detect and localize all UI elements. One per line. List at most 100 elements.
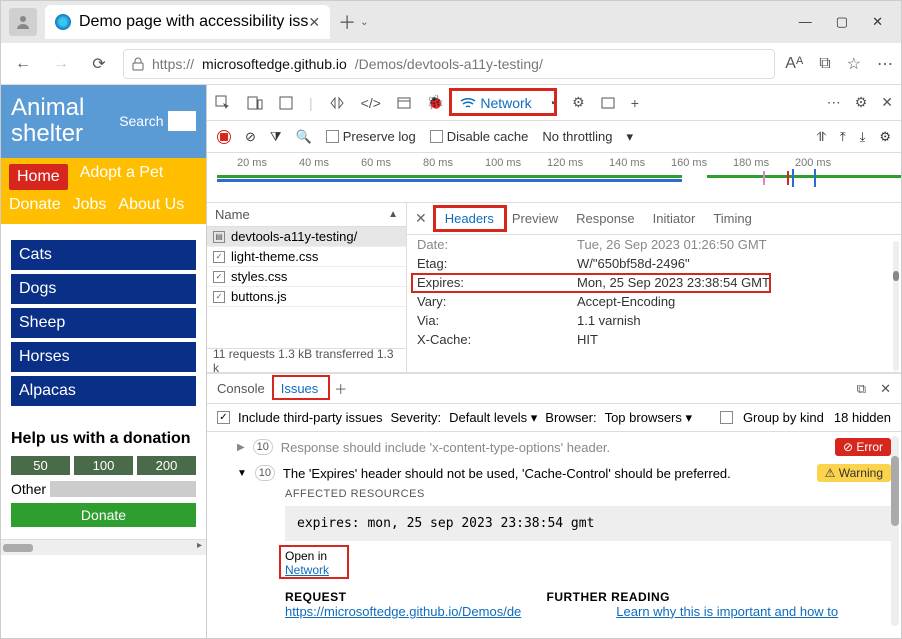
console-icon[interactable]: </> [361,95,381,111]
tab-network[interactable]: Network [460,95,531,111]
minimize-button[interactable]: — [799,14,812,30]
request-row[interactable]: ▤devtools-a11y-testing/ [207,227,406,247]
tab-console[interactable]: Console [217,381,265,396]
devtools-settings-icon[interactable]: ⚙ [855,94,868,111]
refresh-button[interactable]: ⟳ [85,50,113,78]
search-icon[interactable]: 🔍 [296,129,312,145]
sources-icon[interactable] [397,97,411,109]
nav-about[interactable]: About Us [118,196,184,214]
memory-icon[interactable]: ⚙ [572,94,585,111]
request-link[interactable]: https://microsoftedge.github.io/Demos/de [285,604,521,619]
import-icon[interactable]: ⤒ [840,129,846,145]
maximize-button[interactable]: ▢ [836,14,848,30]
network-toolbar: ⊘ ⧩ 🔍 Preserve log Disable cache No thro… [207,121,901,153]
animal-link[interactable]: Sheep [11,308,196,338]
debugger-icon[interactable]: 🐞 [427,94,444,111]
issues-scrollbar[interactable] [891,436,899,626]
device-icon[interactable] [247,96,263,110]
throttling-select[interactable]: No throttling [542,129,612,144]
devtools-close-icon[interactable]: ✕ [881,94,893,111]
horizontal-scrollbar[interactable]: ▸ [1,539,206,555]
browser-tab[interactable]: Demo page with accessibility iss ✕ [45,5,330,39]
scrollbar-thumb[interactable] [891,456,899,526]
issue-row[interactable]: ▶ 10 Response should include 'x-content-… [217,436,891,462]
favorite-icon[interactable]: ☆ [847,54,861,74]
wifi-cond-icon[interactable]: ⥣ [816,129,825,145]
url-input[interactable]: https://microsoftedge.github.io/Demos/de… [123,49,775,79]
drawer-tool-icon[interactable]: ⧉ [857,381,866,397]
tab-headers[interactable]: Headers [445,211,494,226]
hero-banner: Animal shelter Search [1,85,206,158]
nav-jobs[interactable]: Jobs [73,196,107,214]
read-aloud-icon[interactable]: Aᴬ [785,55,803,73]
close-details-icon[interactable]: ✕ [415,210,427,227]
scroll-right-icon[interactable]: ▸ [193,540,206,555]
request-row[interactable]: ✓styles.css [207,267,406,287]
severity-select[interactable]: Default levels ▾ [449,410,537,426]
drawer-close-icon[interactable]: ✕ [880,381,891,397]
animal-link[interactable]: Dogs [11,274,196,304]
welcome-icon[interactable] [279,96,293,110]
nav-donate[interactable]: Donate [9,196,61,214]
nav-home[interactable]: Home [9,164,68,190]
performance-icon[interactable]: ◔ [548,95,556,111]
amount-200[interactable]: 200 [137,456,196,475]
tab-timing[interactable]: Timing [713,211,752,226]
group-checkbox[interactable] [720,411,733,424]
chevron-right-icon[interactable]: ▶ [237,442,245,453]
request-row[interactable]: ✓buttons.js [207,287,406,307]
inspect-icon[interactable] [215,95,231,111]
elements-icon[interactable] [329,96,345,110]
network-settings-icon[interactable]: ⚙ [879,129,891,145]
clear-button[interactable]: ⊘ [245,129,256,145]
tab-list-button[interactable]: ⌄ [360,17,368,28]
preserve-log-checkbox[interactable]: Preserve log [326,129,416,144]
animal-link[interactable]: Cats [11,240,196,270]
tab-close-icon[interactable]: ✕ [308,14,320,31]
other-amount-input[interactable] [50,481,196,497]
animal-link[interactable]: Horses [11,342,196,372]
disable-cache-checkbox[interactable]: Disable cache [430,129,529,144]
tick: 20 ms [237,157,267,169]
tab-issues[interactable]: Issues [281,381,319,396]
headers-scrollbar[interactable] [893,241,899,371]
issue-row[interactable]: ▼ 10 The 'Expires' header should not be … [217,462,891,488]
tick: 140 ms [609,157,645,169]
donate-heading: Help us with a donation [11,430,196,448]
search-input[interactable] [168,111,196,131]
app-icon[interactable] [601,97,615,109]
back-button[interactable]: ← [9,50,37,78]
tab-initiator[interactable]: Initiator [653,211,696,226]
animal-link[interactable]: Alpacas [11,376,196,406]
donate-button[interactable]: Donate [11,503,196,527]
scrollbar-thumb[interactable] [3,544,33,552]
throttling-caret-icon[interactable]: ▾ [626,129,633,145]
nav-adopt[interactable]: Adopt a Pet [80,164,164,190]
export-icon[interactable]: ⤓ [860,129,866,145]
name-column-header[interactable]: Name▲ [207,203,406,227]
scrollbar-thumb[interactable] [893,271,899,281]
new-tab-button[interactable]: ＋ [338,9,356,35]
record-button[interactable] [217,130,231,144]
close-window-button[interactable]: ✕ [872,14,883,30]
drawer-add-tab[interactable]: ＋ [334,379,347,398]
include-3p-checkbox[interactable]: ✓ [217,411,230,424]
search-label: Search [119,113,163,129]
devtools-more-icon[interactable]: ⋯ [827,94,841,111]
more-tabs-button[interactable]: + [631,95,639,111]
filter-button[interactable]: ⧩ [270,129,282,145]
request-row[interactable]: ✓light-theme.css [207,247,406,267]
collections-icon[interactable]: ⧉ [819,55,830,73]
chevron-down-icon[interactable]: ▼ [237,468,247,479]
tab-preview[interactable]: Preview [512,211,558,226]
tick: 100 ms [485,157,521,169]
more-icon[interactable]: ⋯ [877,54,893,74]
network-timeline[interactable]: 20 ms 40 ms 60 ms 80 ms 100 ms 120 ms 14… [207,153,901,203]
further-reading-link[interactable]: Learn why this is important and how to [616,604,838,619]
browser-select[interactable]: Top browsers ▾ [605,410,692,426]
profile-icon[interactable] [9,8,37,36]
amount-50[interactable]: 50 [11,456,70,475]
amount-100[interactable]: 100 [74,456,133,475]
tab-response[interactable]: Response [576,211,635,226]
drawer: Console Issues ＋ ⧉ ✕ ✓ Include third-par… [207,373,901,638]
